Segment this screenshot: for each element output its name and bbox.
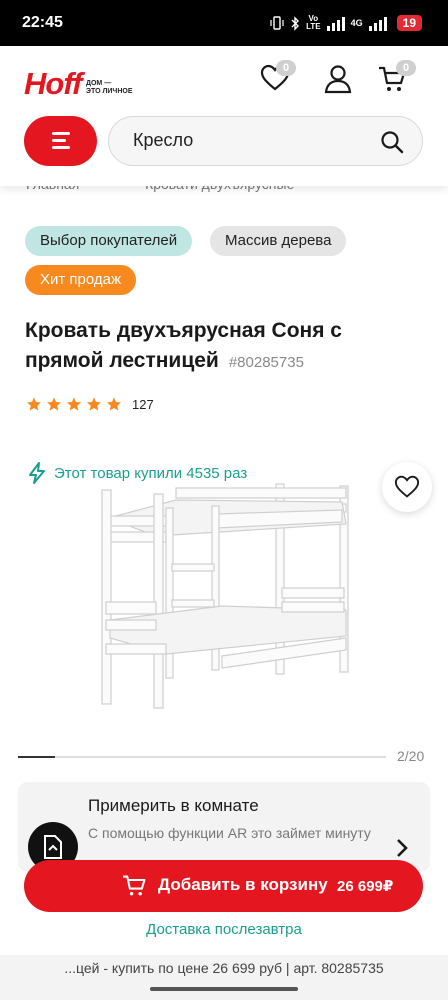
product-image[interactable] — [96, 478, 358, 714]
menu-icon — [52, 132, 70, 153]
status-icons: Vo LTE 4G 19 — [270, 15, 422, 31]
ar-try-on-card[interactable]: Примерить в комнате С помощью функции AR… — [18, 782, 430, 872]
page-title-url[interactable]: ...цей - купить по цене 26 699 руб | арт… — [0, 960, 448, 976]
gallery-progress — [18, 756, 386, 758]
cart-count-badge: 0 — [396, 60, 417, 76]
star-icon — [107, 397, 121, 411]
gallery-progress-fill — [18, 756, 55, 758]
star-icon — [87, 397, 101, 411]
buyers-choice-badge: Выбор покупателей — [25, 226, 193, 256]
gallery-counter: 2/20 — [397, 748, 425, 764]
tagline-line-1: ДОМ — — [86, 80, 112, 87]
signal-icon-2 — [368, 15, 387, 31]
add-to-cart-label: Добавить в корзину — [158, 875, 328, 894]
ar-title: Примерить в комнате — [88, 796, 259, 815]
vibrate-icon — [270, 16, 284, 30]
logo-tagline: ДОМ — ЭТО ЛИЧНОЕ — [86, 80, 146, 96]
network-lte: LTE — [306, 22, 321, 31]
delivery-info[interactable]: Доставка послезавтра — [0, 921, 448, 938]
product-sku: #80285735 — [228, 354, 304, 371]
user-icon — [324, 65, 352, 94]
search-input[interactable] — [133, 130, 373, 151]
site-header: Hoff ДОМ — ЭТО ЛИЧНОЕ 0 0 — [0, 46, 448, 186]
status-bar: 22:45 Vo LTE 4G 19 — [0, 0, 448, 46]
tagline-line-2: ЭТО ЛИЧНОЕ — [86, 88, 133, 95]
reviews-count[interactable]: 127 — [132, 397, 154, 412]
star-icon — [67, 397, 81, 411]
profile-button[interactable] — [324, 64, 352, 99]
gesture-handle[interactable] — [150, 987, 298, 991]
bluetooth-icon — [291, 15, 300, 31]
solid-wood-badge: Массив дерева — [210, 226, 347, 256]
network-4g: 4G — [350, 18, 363, 28]
browser-url-bar[interactable]: ...цей - купить по цене 26 699 руб | арт… — [0, 955, 448, 1000]
product-rating[interactable]: 127 — [26, 396, 154, 412]
status-time: 22:45 — [22, 14, 63, 31]
ar-description: С помощью функции AR это займет минуту — [88, 825, 371, 841]
rating-stars — [26, 396, 122, 412]
search-bar[interactable] — [108, 116, 423, 166]
network-type: Vo LTE — [306, 15, 321, 31]
search-icon[interactable] — [380, 130, 404, 154]
hit-badge: Хит продаж — [25, 265, 137, 295]
chevron-right-icon — [397, 839, 408, 857]
heart-icon — [394, 475, 420, 498]
add-to-cart-price: 26 699₽ — [337, 878, 394, 895]
hoff-logo[interactable]: Hoff — [24, 66, 82, 102]
battery-indicator: 19 — [396, 15, 422, 31]
signal-icon — [326, 15, 345, 31]
catalog-menu-button[interactable] — [24, 116, 97, 166]
cart-button[interactable]: 0 — [378, 60, 417, 99]
product-title-block: Кровать двухъярусная Соня с прямой лестн… — [25, 316, 415, 378]
cart-icon — [123, 875, 146, 896]
star-icon — [47, 397, 61, 411]
add-to-favorites-button[interactable] — [382, 462, 432, 512]
star-icon — [27, 397, 41, 411]
favorites-count-badge: 0 — [276, 60, 297, 76]
add-to-cart-button[interactable]: Добавить в корзину 26 699₽ — [24, 860, 423, 912]
lightning-icon — [29, 462, 45, 484]
favorites-button[interactable]: 0 — [260, 60, 297, 97]
